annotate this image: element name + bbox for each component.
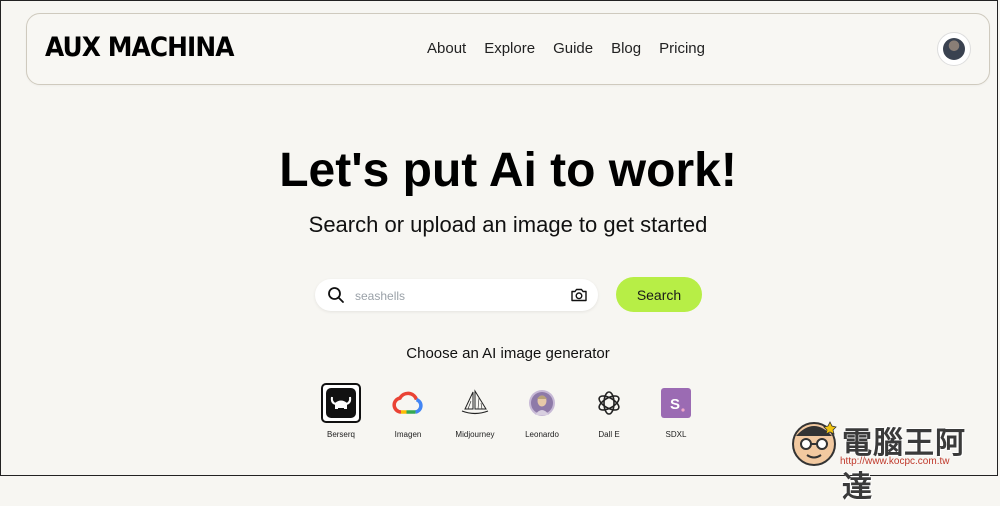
search-box bbox=[315, 279, 598, 311]
generator-dalle-label: Dall E bbox=[598, 430, 620, 439]
google-cloud-icon bbox=[392, 391, 423, 414]
leonardo-portrait-icon bbox=[529, 390, 555, 416]
nav-links: About Explore Guide Blog Pricing bbox=[427, 40, 705, 57]
generator-list: Berserq Imagen Midjourney Leonardo Dall … bbox=[312, 383, 732, 443]
top-navbar: AUX MACHINA About Explore Guide Blog Pri… bbox=[26, 13, 990, 85]
generator-leonardo-frame bbox=[522, 383, 562, 423]
camera-upload-icon[interactable] bbox=[570, 286, 588, 304]
generator-midjourney-frame bbox=[455, 383, 495, 423]
avatar-image bbox=[943, 38, 965, 60]
sdxl-icon: S bbox=[661, 388, 691, 418]
brand-logo[interactable]: AUX MACHINA bbox=[45, 32, 234, 63]
generator-dalle[interactable]: Dall E bbox=[580, 383, 638, 439]
nav-link-about[interactable]: About bbox=[427, 40, 466, 57]
generator-leonardo[interactable]: Leonardo bbox=[513, 383, 571, 439]
generator-imagen[interactable]: Imagen bbox=[379, 383, 437, 439]
generator-berserq-label: Berserq bbox=[326, 430, 355, 439]
generator-dalle-frame bbox=[589, 383, 629, 423]
generator-midjourney[interactable]: Midjourney bbox=[446, 383, 504, 439]
nav-link-pricing[interactable]: Pricing bbox=[659, 40, 705, 57]
nav-link-explore[interactable]: Explore bbox=[484, 40, 535, 57]
generator-berserq[interactable]: Berserq bbox=[312, 383, 370, 439]
berserq-icon bbox=[326, 388, 356, 418]
midjourney-sailboat-icon bbox=[461, 389, 489, 415]
nav-link-blog[interactable]: Blog bbox=[611, 40, 641, 57]
generator-sdxl[interactable]: S SDXL bbox=[647, 383, 705, 439]
generator-sdxl-frame: S bbox=[656, 383, 696, 423]
generator-sdxl-label: SDXL bbox=[665, 430, 687, 439]
watermark-mascot-icon bbox=[792, 421, 837, 466]
search-icon bbox=[328, 287, 344, 303]
user-avatar[interactable] bbox=[937, 32, 971, 66]
nav-link-guide[interactable]: Guide bbox=[553, 40, 593, 57]
svg-text:S: S bbox=[670, 396, 680, 413]
watermark-url: http://www.kocpc.com.tw bbox=[840, 456, 950, 467]
hero-title: Let's put Ai to work! bbox=[279, 144, 737, 197]
generator-imagen-label: Imagen bbox=[394, 430, 422, 439]
openai-icon bbox=[598, 391, 620, 415]
generator-berserq-frame bbox=[321, 383, 361, 423]
hero-subtitle: Search or upload an image to get started bbox=[308, 212, 708, 237]
generator-imagen-frame bbox=[388, 383, 428, 423]
watermark: 電腦王阿達 http://www.kocpc.com.tw bbox=[790, 412, 990, 505]
generator-midjourney-label: Midjourney bbox=[455, 430, 495, 439]
generator-leonardo-label: Leonardo bbox=[525, 430, 559, 439]
search-button[interactable]: Search bbox=[616, 277, 702, 312]
search-input[interactable] bbox=[353, 284, 557, 308]
generator-label: Choose an AI image generator bbox=[406, 345, 610, 362]
